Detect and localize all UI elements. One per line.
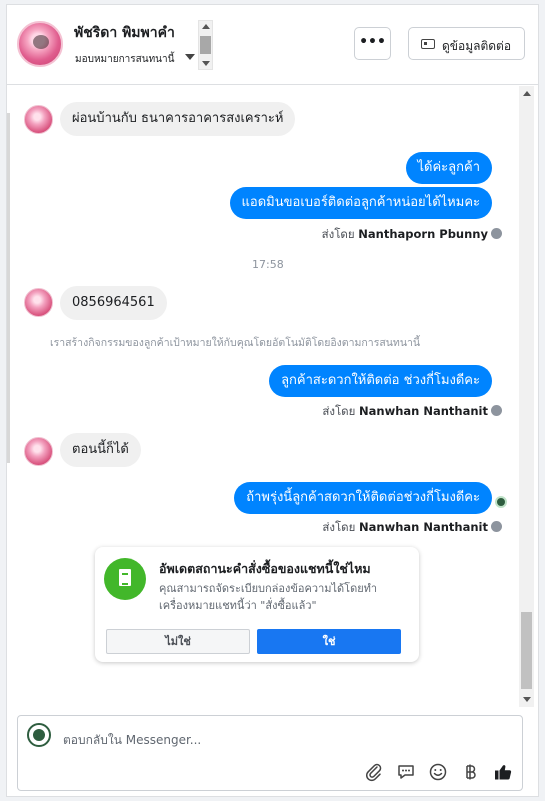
order-status-card: อัพเดตสถานะคำสั่งซื้อของแชทนี้ใช่ไหม คุณ… bbox=[95, 547, 419, 662]
order-card-title: อัพเดตสถานะคำสั่งซื้อของแชทนี้ใช่ไหม bbox=[159, 561, 371, 576]
conversation-header: พัชริดา พิมพาคำ มอบหมายการสนทนานี้ ••• ด… bbox=[7, 5, 538, 85]
sent-by-prefix: ส่งโดย bbox=[322, 404, 356, 418]
timestamp: 17:58 bbox=[252, 258, 284, 271]
contact-avatar[interactable] bbox=[17, 21, 63, 67]
caret-down-icon[interactable] bbox=[185, 54, 195, 60]
sender-name: Nanwhan Nanthanit bbox=[359, 520, 488, 534]
scroll-up-icon[interactable] bbox=[202, 24, 210, 29]
saved-reply-icon[interactable] bbox=[396, 762, 416, 782]
outgoing-message: แอดมินขอเบอร์ติดต่อลูกค้าหน่อยได้ไหมคะ bbox=[229, 187, 492, 219]
thread-scrollbar[interactable] bbox=[519, 86, 534, 707]
outgoing-message: ลูกค้าสะดวกให้ติดต่อ ช่วงกี่โมงดีคะ bbox=[269, 365, 492, 397]
attachment-icon[interactable] bbox=[364, 762, 384, 782]
assign-conversation-label[interactable]: มอบหมายการสนทนานี้ bbox=[75, 52, 174, 67]
incoming-message: ตอนนี้ก็ได้ bbox=[60, 433, 141, 467]
sent-by-label: ส่งโดย Nanthaporn Pbunny bbox=[322, 226, 502, 244]
conversation-panel: พัชริดา พิมพาคำ มอบหมายการสนทนานี้ ••• ด… bbox=[6, 4, 539, 797]
system-note: เราสร้างกิจกรรมของลูกค้าเป้าหมายให้กับคุ… bbox=[50, 337, 421, 349]
outgoing-message: ได้ค่ะลูกค้า bbox=[405, 152, 492, 184]
messenger-app: พัชริดา พิมพาคำ มอบหมายการสนทนานี้ ••• ด… bbox=[0, 0, 545, 801]
order-receipt-icon bbox=[104, 558, 146, 600]
view-contact-info-label: ดูข้อมูลติดต่อ bbox=[442, 39, 512, 53]
info-icon[interactable] bbox=[491, 405, 502, 416]
sent-by-label: ส่งโดย Nanwhan Nanthanit bbox=[322, 519, 502, 537]
order-card-description: คุณสามารถจัดระเบียบกล่องข้อความได้โดยทำเ… bbox=[159, 582, 378, 612]
order-yes-button[interactable]: ใช่ bbox=[257, 629, 401, 654]
view-contact-info-button[interactable]: ดูข้อมูลติดต่อ bbox=[408, 27, 525, 60]
sender-name: Nanwhan Nanthanit bbox=[359, 404, 488, 418]
message-thread: ผ่อนบ้านกับ ธนาคารอาคารสงเคราะห์ ได้ค่ะล… bbox=[7, 86, 538, 707]
reply-input[interactable]: ตอบกลับใน Messenger... bbox=[63, 731, 201, 750]
order-no-button[interactable]: ไม่ใช่ bbox=[106, 629, 250, 654]
more-options-button[interactable]: ••• bbox=[354, 27, 391, 60]
outgoing-message: ถ้าพรุ่งนี้ลูกค้าสดวกให้ติดต่อช่วงกี่โมง… bbox=[234, 482, 492, 514]
incoming-message: ผ่อนบ้านกับ ธนาคารอาคารสงเคราะห์ bbox=[60, 102, 296, 136]
header-scrollbar[interactable] bbox=[198, 20, 213, 70]
scroll-down-icon[interactable] bbox=[202, 61, 210, 66]
info-icon[interactable] bbox=[491, 228, 502, 239]
contact-avatar-small bbox=[24, 437, 53, 466]
contact-name[interactable]: พัชริดา พิมพาคำ bbox=[74, 22, 175, 44]
sent-by-prefix: ส่งโดย bbox=[322, 520, 356, 534]
reply-composer[interactable]: ตอบกลับใน Messenger... bbox=[17, 715, 523, 791]
scroll-thumb[interactable] bbox=[521, 612, 532, 689]
thumbs-up-icon[interactable] bbox=[493, 762, 513, 782]
contact-avatar-small bbox=[24, 105, 53, 134]
seen-indicator-icon bbox=[495, 496, 507, 508]
scroll-down-icon[interactable] bbox=[523, 697, 531, 702]
info-icon[interactable] bbox=[491, 521, 502, 532]
contact-avatar-small bbox=[24, 288, 53, 317]
emoji-icon[interactable] bbox=[428, 762, 448, 782]
scroll-up-icon[interactable] bbox=[523, 91, 531, 96]
left-divider bbox=[7, 113, 10, 463]
contact-card-icon bbox=[421, 39, 435, 49]
currency-icon[interactable] bbox=[460, 762, 480, 782]
sent-by-label: ส่งโดย Nanwhan Nanthanit bbox=[322, 403, 502, 421]
scroll-thumb[interactable] bbox=[200, 36, 211, 54]
page-avatar bbox=[27, 723, 51, 747]
sent-by-prefix: ส่งโดย bbox=[321, 227, 355, 241]
sender-name: Nanthaporn Pbunny bbox=[358, 227, 488, 241]
incoming-message: 0856964561 bbox=[60, 286, 167, 320]
